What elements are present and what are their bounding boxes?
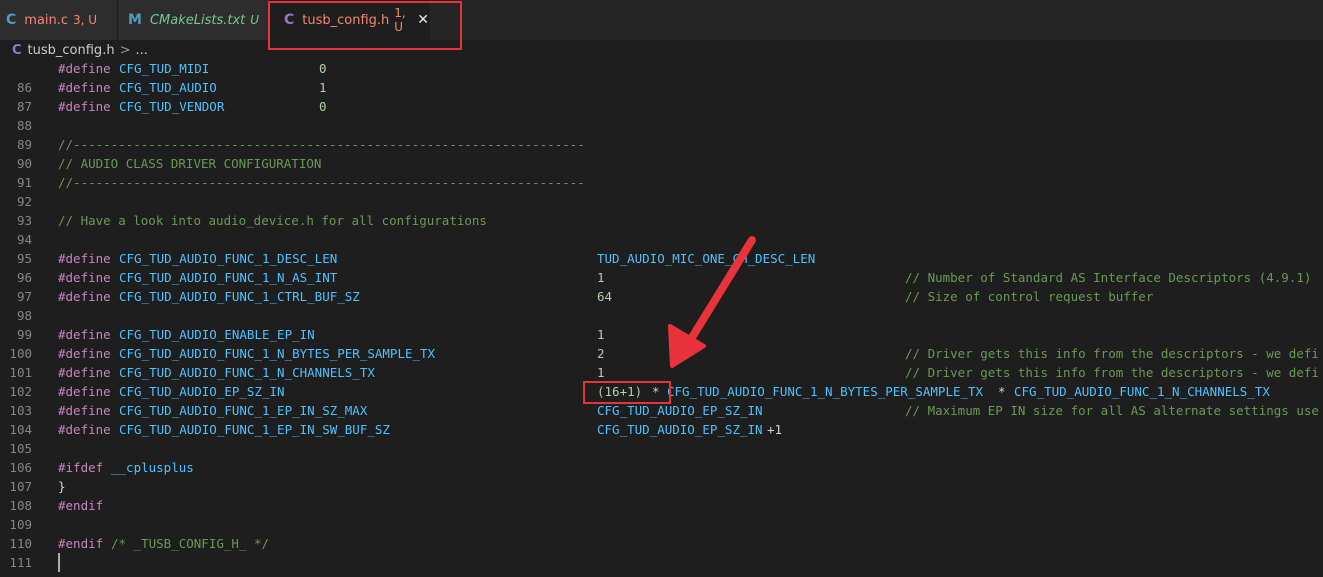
annotation-arrow-icon: [668, 236, 756, 368]
